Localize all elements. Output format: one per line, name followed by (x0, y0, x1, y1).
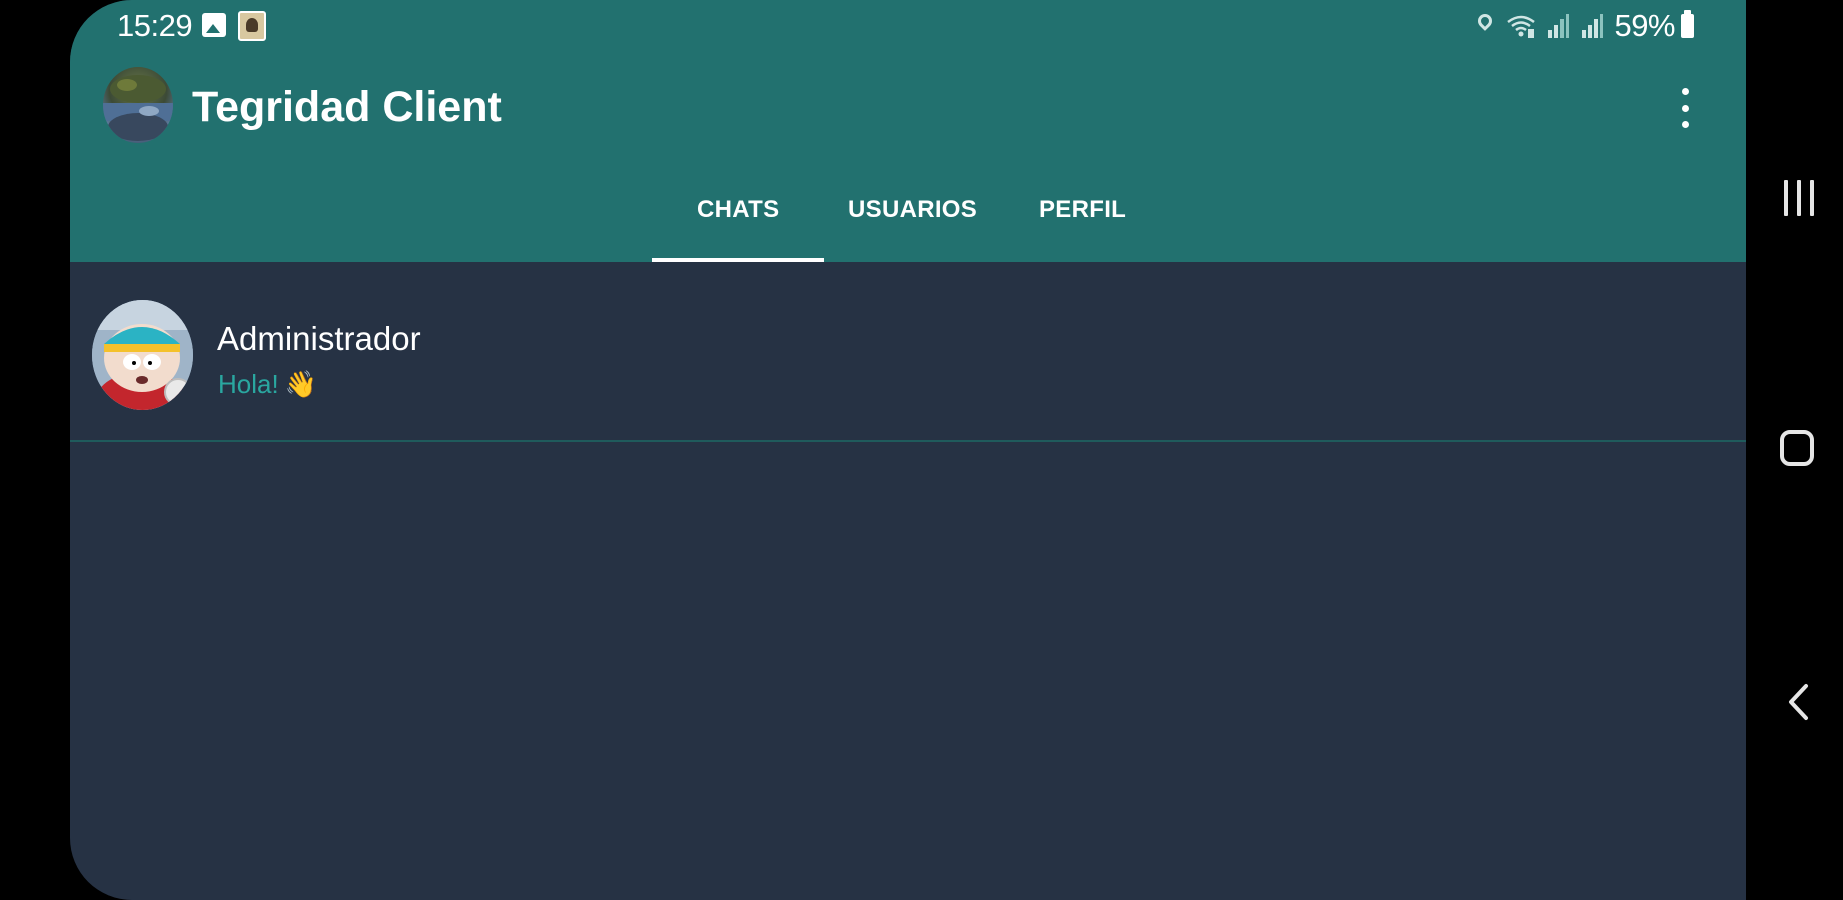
battery-icon (1681, 10, 1694, 38)
bar (1784, 180, 1788, 216)
tab-chats[interactable]: CHATS (697, 196, 779, 224)
app-screen: 15:29 59% Tegridad Client CHATS USUARIOS… (70, 0, 1746, 900)
signal-icon (1582, 14, 1604, 38)
avatar-image (103, 75, 173, 141)
status-right: 59% (1476, 8, 1694, 44)
home-icon[interactable] (1780, 430, 1814, 466)
recents-icon[interactable] (1784, 180, 1814, 216)
tab-perfil[interactable]: PERFIL (1039, 196, 1126, 224)
app-thumbnail-icon (238, 11, 266, 41)
chat-last-message: Hola! 👋 (218, 369, 317, 400)
wave-emoji-icon: 👋 (284, 369, 318, 399)
battery-percentage: 59% (1614, 8, 1675, 43)
avatar-image (92, 300, 193, 410)
cartman-avatar (92, 300, 193, 410)
profile-avatar[interactable] (103, 67, 173, 143)
bar (1810, 180, 1814, 216)
more-vert-icon[interactable] (1677, 88, 1693, 128)
chat-name: Administrador (217, 320, 421, 357)
tab-usuarios[interactable]: USUARIOS (848, 196, 977, 224)
chat-last-message-text: Hola! (218, 369, 279, 399)
app-bar: 15:29 59% Tegridad Client CHATS USUARIOS… (70, 0, 1746, 262)
app-title: Tegridad Client (192, 83, 502, 131)
dot (1681, 104, 1689, 112)
gallery-icon (202, 13, 226, 37)
signal-icon (1548, 14, 1570, 38)
dot (1681, 88, 1689, 95)
bar (1797, 180, 1801, 216)
location-icon (1476, 12, 1496, 40)
status-time: 15:29 (117, 8, 193, 43)
wifi-icon (1507, 15, 1536, 38)
chat-list-item[interactable]: Administrador Hola! 👋 (70, 262, 1746, 442)
back-icon[interactable] (1786, 682, 1810, 722)
dot (1681, 121, 1689, 128)
